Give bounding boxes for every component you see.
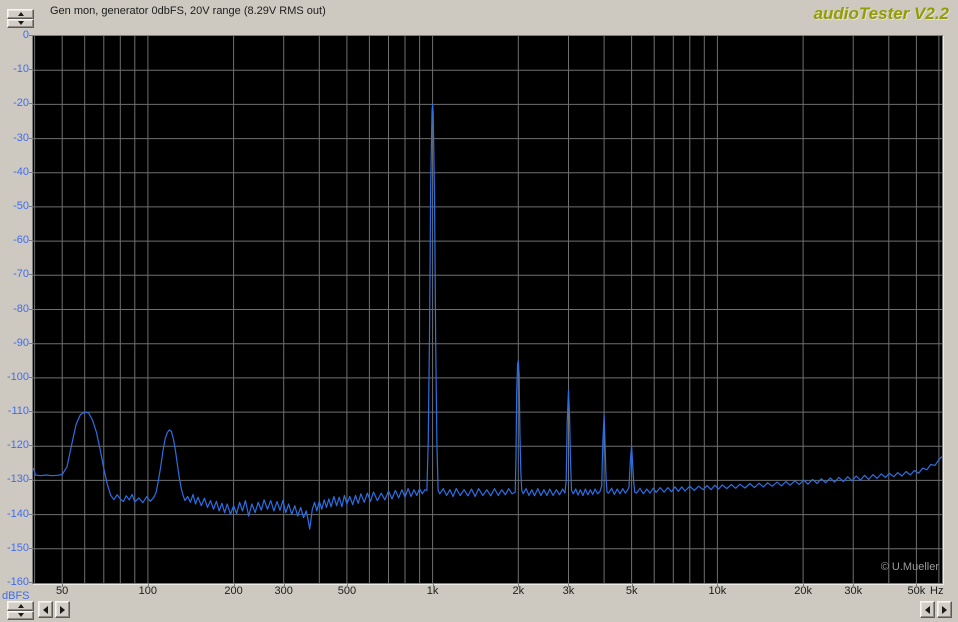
x-tick-mark [853,584,855,587]
y-tick-mark [29,171,33,173]
freq-scroll-right-button[interactable] [937,601,952,618]
app-logo: audioTester V2.2 [813,4,949,23]
y-tick-mark [29,513,33,515]
x-tick-mark [346,584,348,587]
y-tick-label: -160 [6,576,29,588]
freq-scroll-left-button[interactable] [920,601,935,618]
y-tick-mark [29,137,33,139]
y-tick-label: -50 [13,199,29,212]
y-tick-label: -100 [6,370,29,383]
x-axis-unit-label: Hz [930,585,944,597]
db-range-spinner [7,601,34,620]
up-arrow-icon [17,603,24,608]
left-arrow-icon [925,605,930,614]
left-arrow-icon [43,605,48,614]
y-tick-mark [29,411,33,413]
y-scale-spinner [7,9,34,28]
down-arrow-icon [17,613,24,618]
y-tick-mark [29,582,33,583]
x-tick-mark [803,584,805,587]
db-range-spin-up-button[interactable] [7,601,34,611]
y-tick-mark [29,376,33,378]
x-tick-mark [233,584,235,587]
y-tick-label: -70 [13,268,29,281]
y-tick-mark [29,342,33,344]
down-arrow-icon [17,21,24,26]
y-tick-label: -130 [6,473,29,486]
y-tick-label: -20 [13,97,29,110]
x-tick-mark [568,584,570,587]
y-tick-mark [29,547,33,549]
y-tick-mark [29,35,33,36]
y-tick-label: -120 [6,439,29,452]
y-tick-mark [29,274,33,276]
y-tick-label: -140 [6,507,29,520]
x-tick-mark [631,584,633,587]
y-scale-spin-down-button[interactable] [7,18,34,28]
right-arrow-icon [942,605,947,614]
x-tick-mark [62,584,64,587]
db-range-spin-down-button[interactable] [7,610,34,620]
y-tick-label: -60 [13,234,29,247]
right-arrow-icon [60,605,65,614]
x-tick-mark [432,584,434,587]
y-tick-mark [29,69,33,71]
spectrum-chart [33,36,942,583]
x-tick-mark [717,584,719,587]
y-tick-mark [29,103,33,105]
y-tick-mark [29,240,33,242]
y-tick-label: -10 [13,63,29,76]
copyright-watermark: © U.Mueller [880,561,939,573]
scroll-left-button[interactable] [38,601,53,618]
y-tick-label: -110 [7,405,29,418]
y-tick-mark [29,445,33,447]
y-tick-label: 0 [22,29,29,41]
y-tick-mark [29,479,33,481]
x-tick-mark [518,584,520,587]
measurement-title: Gen mon, generator 0dbFS, 20V range (8.2… [50,5,326,17]
scroll-right-button[interactable] [55,601,70,618]
y-scale-spin-up-button[interactable] [7,9,34,19]
y-tick-label: -80 [13,302,29,315]
x-tick-mark [283,584,285,587]
x-tick-mark [916,584,918,587]
y-tick-mark [29,205,33,207]
spectrum-plot-area: © U.Mueller [32,35,943,584]
y-tick-label: -150 [6,541,29,554]
y-tick-mark [29,308,33,310]
x-tick-mark [147,584,149,587]
y-tick-label: -40 [13,165,29,178]
up-arrow-icon [17,11,24,16]
y-tick-label: -90 [13,336,29,349]
y-tick-label: -30 [13,131,29,144]
app-window: Gen mon, generator 0dbFS, 20V range (8.2… [0,0,958,622]
